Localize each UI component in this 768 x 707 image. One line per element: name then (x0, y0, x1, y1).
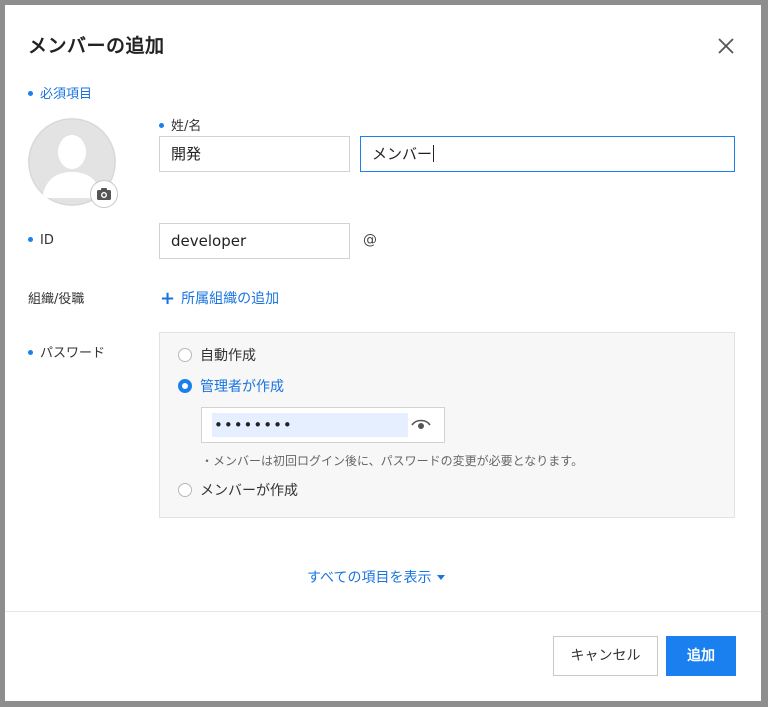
name-label-text: 姓/名 (171, 119, 202, 134)
close-icon (718, 38, 734, 54)
radio-admin-create[interactable]: 管理者が作成 (178, 377, 284, 397)
radio-auto-create[interactable]: 自動作成 (178, 346, 256, 366)
required-dot-icon (28, 237, 33, 242)
eye-icon (411, 419, 431, 429)
password-field[interactable]: •••••••• (201, 407, 445, 443)
required-dot-icon (28, 91, 33, 96)
id-label: ID (28, 233, 54, 248)
plus-icon: + (160, 288, 176, 309)
avatar-upload (28, 118, 122, 212)
add-org-text: 所属組織の追加 (181, 291, 280, 307)
id-field[interactable]: developer (159, 223, 350, 259)
radio-circle (178, 483, 192, 497)
radio-label: メンバーが作成 (200, 483, 298, 499)
required-dot-icon (28, 350, 33, 355)
first-name-value: メンバー (372, 145, 433, 163)
text-caret (433, 145, 435, 162)
id-domain-at: @ (363, 232, 377, 248)
close-button[interactable] (711, 31, 741, 61)
show-all-fields-link[interactable]: すべての項目を表示 (307, 567, 446, 587)
show-password-button[interactable] (410, 416, 432, 434)
required-note: 必須項目 (28, 83, 92, 102)
add-button[interactable]: 追加 (666, 636, 736, 676)
radio-label: 管理者が作成 (200, 379, 284, 395)
name-label: 姓/名 (159, 115, 201, 134)
radio-label: 自動作成 (200, 348, 256, 364)
password-options-panel: 自動作成 管理者が作成 •••••••• ・メンバーは初回ログイン後に、パスワー… (159, 332, 735, 518)
id-label-text: ID (40, 233, 54, 248)
password-note: ・メンバーは初回ログイン後に、パスワードの変更が必要となります。 (201, 454, 584, 468)
last-name-field[interactable]: 開発 (159, 136, 350, 172)
caret-down-icon (437, 574, 446, 580)
camera-icon (97, 188, 111, 200)
camera-button[interactable] (90, 180, 118, 208)
radio-member-create[interactable]: メンバーが作成 (178, 481, 298, 501)
required-note-text: 必須項目 (40, 87, 93, 102)
show-all-text: すべての項目を表示 (307, 570, 432, 586)
add-org-link[interactable]: + 所属組織の追加 (160, 287, 280, 309)
required-dot-icon (159, 123, 164, 128)
radio-circle-checked (178, 379, 192, 393)
password-label: パスワード (28, 342, 105, 361)
first-name-field[interactable]: メンバー (360, 136, 735, 172)
add-member-dialog: メンバーの追加 必須項目 姓/名 開発 メンバー ID developer @ … (5, 5, 761, 701)
password-label-text: パスワード (40, 346, 106, 361)
radio-circle (178, 348, 192, 362)
org-label: 組織/役職 (28, 292, 85, 307)
dialog-title: メンバーの追加 (28, 35, 165, 57)
footer-divider (5, 611, 761, 612)
password-value: •••••••• (212, 413, 408, 437)
cancel-button[interactable]: キャンセル (553, 636, 658, 676)
